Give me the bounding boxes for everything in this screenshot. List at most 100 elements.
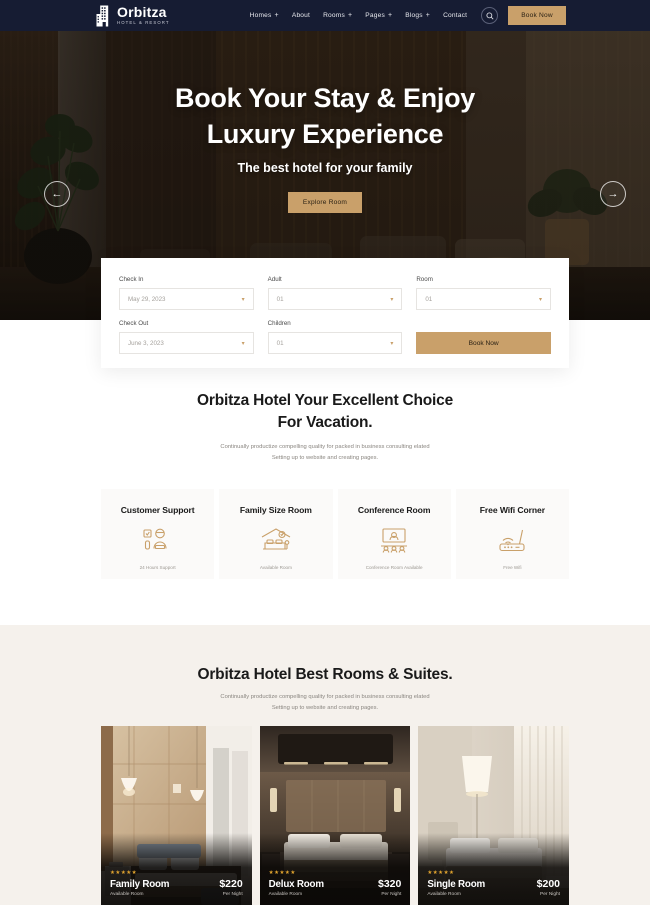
search-button[interactable]: [481, 7, 499, 25]
room-card-delux-room[interactable]: ★★★★★ Delux Room $320 Available Room Per…: [259, 726, 411, 905]
wall-sconce-right: [393, 788, 401, 812]
support-agent-icon: [143, 526, 173, 556]
check-in-label: Check In: [119, 276, 144, 283]
nav-item-homes[interactable]: Homes +: [250, 12, 279, 19]
adult-label: Adult: [267, 276, 282, 283]
feature-sub-free-wifi-corner: Free Wifi: [503, 565, 522, 570]
room-price-period: Per Night: [381, 892, 402, 897]
plus-icon: +: [347, 12, 353, 19]
room-rating-stars: ★★★★★: [110, 870, 138, 876]
room-card-secondary-line: Available Room Per Night: [427, 892, 560, 897]
feature-cards: Customer Support 24 Hours Support Family…: [101, 489, 569, 579]
nav-item-pages[interactable]: Pages +: [365, 12, 392, 19]
children-label: Children: [267, 320, 291, 327]
search-icon: [486, 7, 494, 25]
feature-title-free-wifi-corner: Free Wifi Corner: [479, 505, 545, 515]
room-rating-stars: ★★★★★: [268, 870, 296, 876]
logo[interactable]: Orbitza HOTEL & RESORT: [96, 5, 170, 27]
check-out-field[interactable]: Check Out June 3, 2023 ▾: [119, 320, 254, 354]
booking-row-1: Check In May 29, 2023 ▾ Adult 01 ▾ Room …: [119, 276, 552, 310]
plus-icon: +: [425, 12, 431, 19]
check-in-select[interactable]: May 29, 2023 ▾: [119, 288, 254, 310]
choice-title-line2: For Vacation.: [277, 414, 373, 431]
check-in-value: May 29, 2023: [128, 295, 166, 303]
booking-book-now-button[interactable]: Book Now: [416, 332, 552, 354]
site-header: Orbitza HOTEL & RESORT Homes + About Roo…: [0, 0, 650, 31]
nav-item-rooms[interactable]: Rooms +: [323, 12, 352, 19]
adult-value: 01: [276, 295, 284, 303]
room-select[interactable]: 01 ▾: [416, 288, 552, 310]
nav-label-contact: Contact: [443, 12, 468, 19]
choice-section: Orbitza Hotel Your Excellent Choice For …: [0, 390, 650, 464]
nav-item-about[interactable]: About: [292, 12, 310, 19]
family-bed-icon: [260, 526, 292, 556]
hero-title-line2: Luxury Experience: [206, 118, 444, 149]
room-card-info: ★★★★★ Family Room $220 Available Room Pe…: [110, 870, 243, 897]
explore-room-button[interactable]: Explore Room: [287, 192, 363, 214]
plus-icon: +: [274, 12, 279, 19]
main-nav: Homes + About Rooms + Pages + Blogs + Co…: [250, 12, 468, 19]
room-name: Family Room: [110, 879, 170, 890]
check-out-label: Check Out: [119, 320, 149, 327]
room-price: $220: [219, 878, 243, 890]
check-out-select[interactable]: June 3, 2023 ▾: [119, 332, 254, 354]
room-card-single-room[interactable]: ★★★★★ Single Room $200 Available Room Pe…: [418, 726, 570, 905]
wifi-router-icon: [497, 526, 527, 556]
rooms-header: Orbitza Hotel Best Rooms & Suites. Conti…: [0, 625, 650, 714]
nav-item-blogs[interactable]: Blogs +: [405, 12, 430, 19]
chevron-down-icon: ▾: [390, 340, 394, 347]
rooms-title: Orbitza Hotel Best Rooms & Suites.: [197, 666, 453, 683]
room-card-secondary-line: Available Room Per Night: [269, 892, 402, 897]
room-card-family-room[interactable]: ★★★★★ Family Room $220 Available Room Pe…: [101, 726, 252, 905]
adult-field[interactable]: Adult 01 ▾: [267, 276, 403, 310]
feature-card-conference-room[interactable]: Conference Room Conference Room Availabl…: [337, 489, 451, 579]
room-name: Delux Room: [268, 879, 324, 890]
feature-card-free-wifi-corner[interactable]: Free Wifi Corner Free Wifi: [455, 489, 569, 579]
hero-subtitle: The best hotel for your family: [237, 161, 413, 176]
booking-form: Check In May 29, 2023 ▾ Adult 01 ▾ Room …: [101, 258, 569, 368]
hero-prev-button[interactable]: ←: [44, 181, 70, 207]
nav-item-contact[interactable]: Contact: [443, 12, 467, 19]
hero-title: Book Your Stay & Enjoy Luxury Experience: [0, 81, 650, 152]
room-price: $200: [536, 878, 561, 890]
hero-title-line1: Book Your Stay & Enjoy: [175, 83, 475, 113]
room-field[interactable]: Room 01 ▾: [416, 276, 552, 310]
feature-sub-customer-support: 24 Hours Support: [139, 565, 176, 570]
nav-label-rooms: Rooms: [323, 12, 345, 19]
nav-label-about: About: [291, 12, 311, 19]
rooms-grid: ★★★★★ Family Room $220 Available Room Pe…: [101, 726, 570, 905]
room-card-info: ★★★★★ Delux Room $320 Available Room Per…: [269, 870, 402, 897]
logo-name: Orbitza: [117, 4, 167, 21]
children-value: 01: [276, 339, 284, 347]
chevron-down-icon: ▾: [241, 340, 245, 347]
room-card-primary-line: Family Room $220: [110, 878, 243, 890]
rooms-description: Continually productize compelling qualit…: [0, 692, 650, 714]
feature-card-customer-support[interactable]: Customer Support 24 Hours Support: [101, 489, 215, 579]
hero-content: Book Your Stay & Enjoy Luxury Experience…: [0, 81, 650, 214]
arrow-left-icon: ←: [51, 188, 63, 200]
choice-desc-line2: Setting up to website and creating pages…: [271, 455, 379, 461]
check-in-field[interactable]: Check In May 29, 2023 ▾: [119, 276, 254, 310]
feature-title-family-size-room: Family Size Room: [239, 505, 312, 515]
adult-select[interactable]: 01 ▾: [267, 288, 403, 310]
nav-label-homes: Homes: [249, 12, 272, 19]
rooms-desc-line2: Setting up to website and creating pages…: [271, 705, 379, 711]
logo-subtitle: HOTEL & RESORT: [117, 20, 170, 26]
room-label: Room: [416, 276, 433, 283]
rooms-desc-line1: Continually productize compelling qualit…: [220, 694, 430, 700]
room-value: 01: [425, 295, 433, 303]
room-price-period: Per Night: [540, 892, 561, 897]
feature-title-conference-room: Conference Room: [357, 505, 431, 515]
choice-title-line1: Orbitza Hotel Your Excellent Choice: [197, 392, 453, 409]
nav-label-pages: Pages: [365, 12, 385, 19]
room-rating-stars: ★★★★★: [427, 870, 455, 876]
building-icon: [96, 5, 111, 27]
children-select[interactable]: 01 ▾: [267, 332, 403, 354]
hero-next-button[interactable]: →: [600, 181, 626, 207]
rooms-section: Orbitza Hotel Best Rooms & Suites. Conti…: [0, 625, 650, 905]
room-price: $320: [377, 878, 402, 890]
children-field[interactable]: Children 01 ▾: [267, 320, 403, 354]
header-book-now-button[interactable]: Book Now: [508, 6, 566, 25]
feature-card-family-size-room[interactable]: Family Size Room Available Room: [219, 489, 333, 579]
room-card-secondary-line: Available Room Per Night: [110, 892, 243, 897]
